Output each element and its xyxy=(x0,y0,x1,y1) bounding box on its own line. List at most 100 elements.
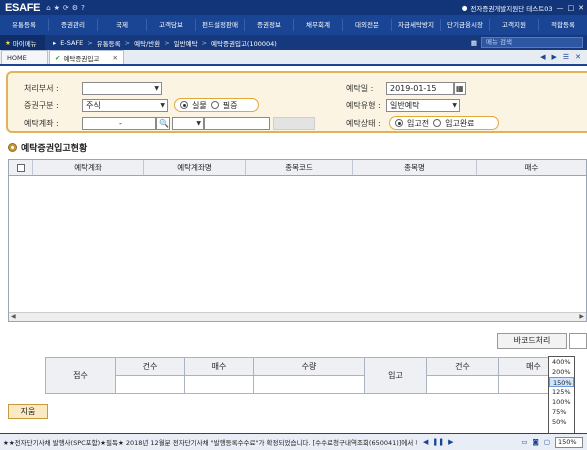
close-tab-icon[interactable]: ✕ xyxy=(113,54,118,62)
sectype-select[interactable]: 주식 xyxy=(82,99,168,112)
summary-table: 접수 건수 매수 수량 입고 건수 매수 xyxy=(45,357,569,394)
deptype-label: 예탁유형 : xyxy=(346,101,381,110)
zoom-option[interactable]: 400% xyxy=(549,357,574,367)
main-menu: 유통등록 증권관리 국제 고객담보 펀드설정판매 증권정보 채무회계 대외전문 … xyxy=(0,15,587,35)
ticker-text[interactable]: ★★전자단기사채 발행사(SPC포함)★필독★ 2018년 12월분 전자단기사… xyxy=(0,437,417,447)
tab-active[interactable]: ✔ 예탁증권입고 ✕ xyxy=(49,50,124,64)
help-icon[interactable]: ? xyxy=(81,4,85,12)
breadcrumb-item: 예탁증권입고(100004) xyxy=(211,39,277,48)
grid-col-header[interactable]: 종목명 xyxy=(353,160,477,175)
deptype-select[interactable]: 일반예탁 xyxy=(386,99,460,112)
menu-item[interactable]: 고객담보 xyxy=(147,19,196,31)
account-search-button[interactable]: 🔍 xyxy=(156,117,170,130)
maximize-icon[interactable]: □ xyxy=(568,4,575,12)
date-input[interactable]: 2019-01-15 xyxy=(386,82,454,95)
menu-item[interactable]: 유통등록 xyxy=(0,19,49,31)
summary-cell xyxy=(253,375,365,394)
zoom-select[interactable]: 150% xyxy=(555,436,583,448)
menu-item[interactable]: 단기금융시장 xyxy=(441,19,490,31)
section-header: 예탁증권입고현황 xyxy=(8,141,87,154)
menu-item[interactable]: 적합등록 xyxy=(539,19,587,31)
user-info: ● 전자증권개발지원단 테스트03 xyxy=(462,3,557,13)
zoom-option-selected[interactable]: 150% xyxy=(549,377,574,387)
refresh-icon[interactable]: ⟳ xyxy=(63,4,69,12)
zoom-menu: 400% 200% 150% 125% 100% 75% 50% xyxy=(548,356,575,437)
camera-icon[interactable]: ◙ xyxy=(533,438,539,446)
zoom-option[interactable]: 100% xyxy=(549,397,574,407)
ticker-controls: ◀ ❚❚ ▶ xyxy=(423,438,454,446)
account-name-input[interactable] xyxy=(204,117,270,130)
menu-item[interactable]: 대외전문 xyxy=(343,19,392,31)
grid-select-all[interactable] xyxy=(9,160,33,175)
status-label: 예탁상태 : xyxy=(346,119,381,128)
barcode-input[interactable] xyxy=(569,333,587,349)
close-icon[interactable]: ✕ xyxy=(578,4,584,12)
breadcrumb-item[interactable]: 일반예탁 xyxy=(174,38,198,48)
tab-home-label: HOME xyxy=(7,53,27,62)
minimize-icon[interactable]: — xyxy=(557,4,564,12)
calendar-icon: ▦ xyxy=(456,84,464,93)
deposit-grid: 예탁계좌 예탁계좌명 종목코드 종목명 매수 ◀ ▶ xyxy=(8,159,587,322)
clear-button[interactable]: 지움 xyxy=(8,404,48,419)
section-bullet-icon xyxy=(8,143,17,152)
radio-done[interactable] xyxy=(433,119,442,127)
radio-before[interactable] xyxy=(395,119,403,127)
breadcrumb-separator: > xyxy=(164,38,170,47)
breadcrumb-arrow-icon: ▸ xyxy=(53,38,57,47)
scroll-right-icon[interactable]: ▶ xyxy=(579,313,584,320)
menu-item[interactable]: 국제 xyxy=(98,19,147,31)
grid-col-header[interactable]: 종목코드 xyxy=(246,160,353,175)
zoom-option[interactable]: 200% xyxy=(549,367,574,377)
grid-col-header[interactable]: 예탁계좌명 xyxy=(144,160,246,175)
grid-icon[interactable]: ▦ xyxy=(471,39,477,47)
menu-search-input[interactable]: 메뉴 검색 xyxy=(481,37,583,48)
settings-icon[interactable]: ⚙ xyxy=(72,4,78,12)
grid-col-header[interactable]: 예탁계좌 xyxy=(33,160,144,175)
status-radio-group: 입고전 입고완료 xyxy=(389,116,499,130)
breadcrumb-item[interactable]: E-SAFE xyxy=(60,39,83,47)
select-all-checkbox[interactable] xyxy=(16,164,25,172)
menu-item[interactable]: 채무회계 xyxy=(294,19,343,31)
zoom-option[interactable]: 125% xyxy=(549,387,574,397)
horizontal-scrollbar[interactable]: ◀ ▶ xyxy=(9,312,586,321)
summary-col-header: 수량 xyxy=(253,357,365,376)
breadcrumb-item[interactable]: 유통등록 xyxy=(97,38,121,48)
account-extra-field xyxy=(273,117,315,130)
menu-item[interactable]: 고객지원 xyxy=(490,19,539,31)
scroll-left-icon[interactable]: ◀ xyxy=(11,313,16,320)
ticker-prev-icon[interactable]: ◀ xyxy=(423,438,428,446)
account-type-select[interactable] xyxy=(172,117,204,130)
tab-home[interactable]: HOME xyxy=(1,50,48,64)
window-icon[interactable]: ▢ xyxy=(544,438,550,446)
calendar-button[interactable]: ▦ xyxy=(454,82,466,95)
menu-item[interactable]: 펀드설정판매 xyxy=(196,19,245,31)
barcode-button[interactable]: 바코드처리 xyxy=(497,333,567,349)
star-icon[interactable]: ★ xyxy=(54,4,60,12)
zoom-option[interactable]: 75% xyxy=(549,407,574,417)
receipt-label: 접수 xyxy=(45,357,116,394)
title-bar: ESAFE ⌂ ★ ⟳ ⚙ ? ● 전자증권개발지원단 테스트03 — □ ✕ xyxy=(0,0,587,15)
summary-col-header: 건수 xyxy=(426,357,499,376)
radio-real[interactable] xyxy=(180,101,188,109)
ticker-next-icon[interactable]: ▶ xyxy=(448,438,453,446)
home-icon[interactable]: ⌂ xyxy=(46,4,50,12)
star-icon: ★ xyxy=(5,38,11,47)
menu-item[interactable]: 증권관리 xyxy=(49,19,98,31)
my-menu-button[interactable]: ★ 마이메뉴 xyxy=(0,35,45,50)
next-tab-icon[interactable]: ▶ xyxy=(551,53,556,61)
breadcrumb-item[interactable]: 예탁/반환 xyxy=(134,38,160,48)
tab-list-icon[interactable]: ☰ xyxy=(563,53,569,61)
menu-item[interactable]: 자금세탁방지 xyxy=(392,19,441,31)
ticker-pause-icon[interactable]: ❚❚ xyxy=(432,438,444,446)
account-input[interactable]: - xyxy=(82,117,156,130)
tab-bar: HOME ✔ 예탁증권입고 ✕ ◀ ▶ ☰ ✕ xyxy=(0,50,587,66)
radio-cert[interactable] xyxy=(210,101,219,109)
close-all-icon[interactable]: ✕ xyxy=(575,53,581,61)
menu-item[interactable]: 증권정보 xyxy=(245,19,294,31)
dept-select[interactable] xyxy=(82,82,162,95)
zoom-option[interactable]: 50% xyxy=(549,417,574,427)
prev-tab-icon[interactable]: ◀ xyxy=(540,53,545,61)
grid-col-header[interactable]: 매수 xyxy=(477,160,586,175)
screen-icon[interactable]: ▭ xyxy=(521,438,527,446)
summary-cell xyxy=(115,375,185,394)
